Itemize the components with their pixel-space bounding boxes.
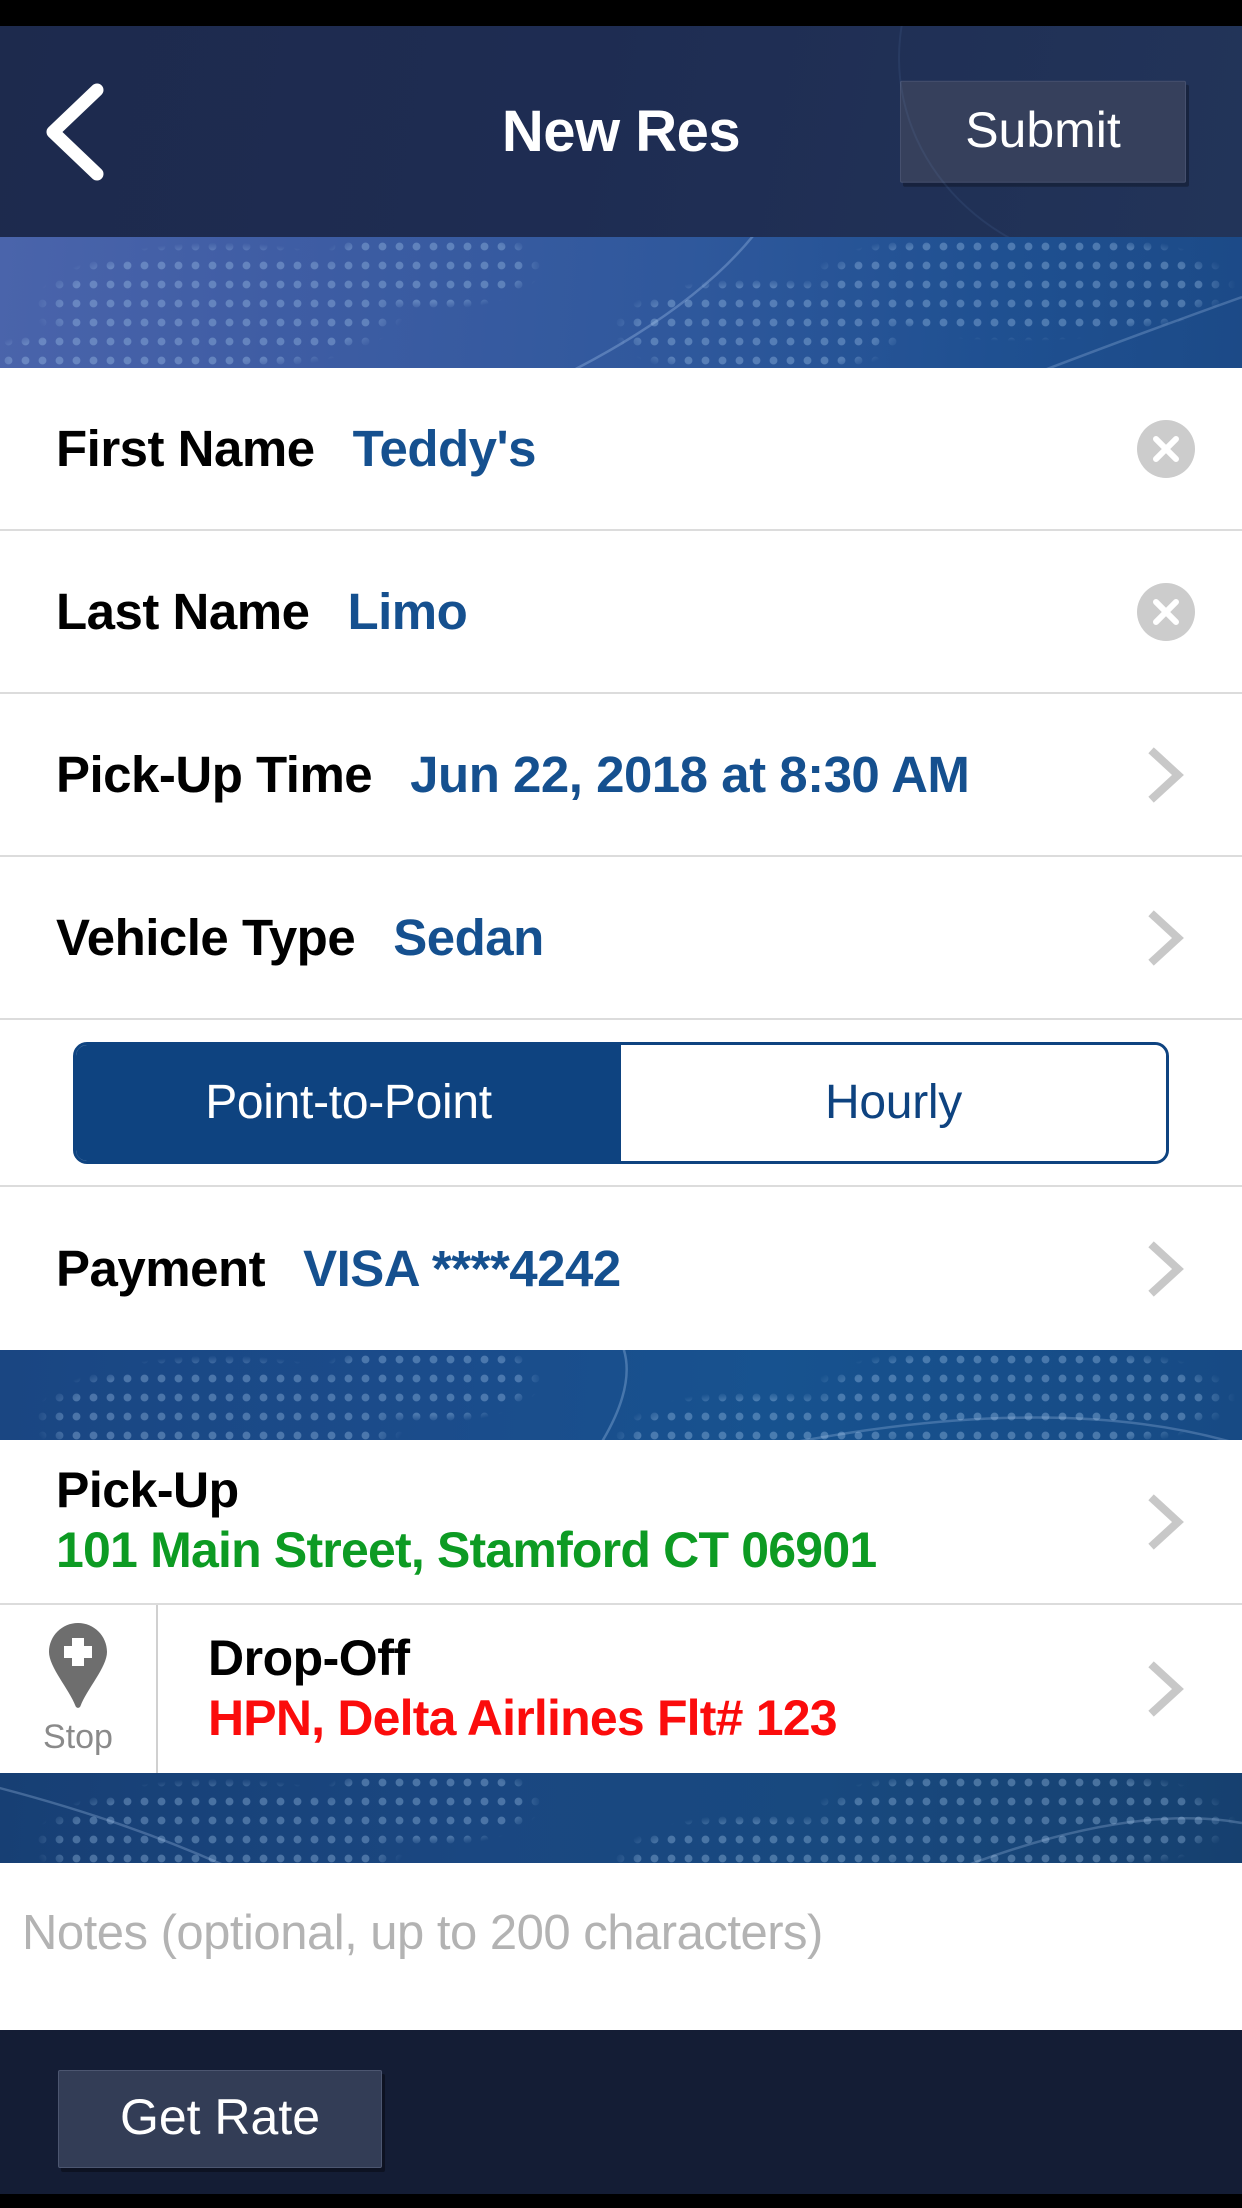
status-bar	[0, 0, 1242, 26]
bottom-screen-edge	[0, 2194, 1242, 2208]
bottom-action-bar: Get Rate	[0, 2030, 1242, 2208]
locations-section: Pick-Up 101 Main Street, Stamford CT 069…	[0, 1440, 1242, 1773]
pickup-time-label: Pick-Up Time	[56, 746, 373, 803]
stop-label: Stop	[43, 1718, 113, 1756]
world-map-dots	[0, 237, 1242, 368]
first-name-label: First Name	[56, 420, 315, 477]
map-pin-plus-icon	[42, 1619, 114, 1716]
dropoff-address: HPN, Delta Airlines Flt# 123	[208, 1689, 838, 1746]
trip-type-row: Point-to-Point Hourly	[0, 1020, 1242, 1187]
chevron-right-icon	[1144, 908, 1190, 968]
chevron-left-icon	[37, 82, 111, 182]
world-map-dots	[0, 1773, 1242, 1863]
last-name-label: Last Name	[56, 583, 310, 640]
dropoff-text-block: Drop-Off HPN, Delta Airlines Flt# 123	[158, 1605, 1242, 1773]
chevron-right-icon	[1144, 745, 1190, 805]
decorative-map-band-lower	[0, 1773, 1242, 1863]
pickup-text-block: Pick-Up 101 Main Street, Stamford CT 069…	[0, 1440, 1242, 1603]
clear-icon	[1136, 419, 1196, 482]
last-name-value: Limo	[347, 583, 468, 640]
submit-button[interactable]: Submit	[900, 80, 1186, 183]
navigation-bar: New Res Submit	[0, 26, 1242, 237]
form-row-payment[interactable]: Payment VISA ****4242	[0, 1187, 1242, 1350]
get-rate-button[interactable]: Get Rate	[58, 2069, 382, 2169]
decorative-map-band-top	[0, 237, 1242, 368]
pickup-location-row[interactable]: Pick-Up 101 Main Street, Stamford CT 069…	[0, 1440, 1242, 1605]
dropoff-location-row[interactable]: Stop Drop-Off HPN, Delta Airlines Flt# 1…	[0, 1605, 1242, 1773]
payment-label: Payment	[56, 1240, 266, 1297]
form-row-pickup-time[interactable]: Pick-Up Time Jun 22, 2018 at 8:30 AM	[0, 694, 1242, 857]
back-button[interactable]	[26, 77, 122, 187]
dropoff-title: Drop-Off	[208, 1629, 410, 1686]
form-row-vehicle-type[interactable]: Vehicle Type Sedan	[0, 857, 1242, 1020]
clear-icon	[1136, 582, 1196, 645]
app-screen: New Res Submit First Name Teddy's Last N…	[0, 0, 1242, 2208]
reservation-form: First Name Teddy's Last Name Limo Pick-U…	[0, 368, 1242, 1350]
arc-lines	[601, 1350, 1230, 1440]
chevron-right-icon	[1144, 1239, 1190, 1299]
notes-area	[0, 1863, 1242, 2003]
segment-hourly[interactable]: Hourly	[621, 1044, 1166, 1161]
arc-lines	[0, 1786, 1242, 1863]
clear-first-name-button[interactable]	[1136, 419, 1196, 479]
pickup-time-value: Jun 22, 2018 at 8:30 AM	[410, 746, 970, 803]
pickup-title: Pick-Up	[56, 1462, 239, 1518]
decorative-map-band-middle	[0, 1350, 1242, 1440]
trip-type-segmented-control: Point-to-Point Hourly	[73, 1041, 1169, 1164]
clear-last-name-button[interactable]	[1136, 582, 1196, 642]
vehicle-type-label: Vehicle Type	[56, 909, 356, 966]
form-row-first-name[interactable]: First Name Teddy's	[0, 368, 1242, 531]
first-name-value: Teddy's	[352, 420, 537, 477]
pickup-address: 101 Main Street, Stamford CT 06901	[56, 1522, 877, 1578]
arc-lines	[574, 237, 1242, 368]
notes-input[interactable]	[22, 1905, 1220, 1961]
form-row-last-name[interactable]: Last Name Limo	[0, 531, 1242, 694]
payment-value: VISA ****4242	[303, 1240, 621, 1297]
world-map-dots	[0, 1350, 1242, 1440]
segment-point-to-point[interactable]: Point-to-Point	[76, 1044, 621, 1161]
add-stop-button[interactable]: Stop	[0, 1605, 158, 1773]
vehicle-type-value: Sedan	[393, 909, 544, 966]
